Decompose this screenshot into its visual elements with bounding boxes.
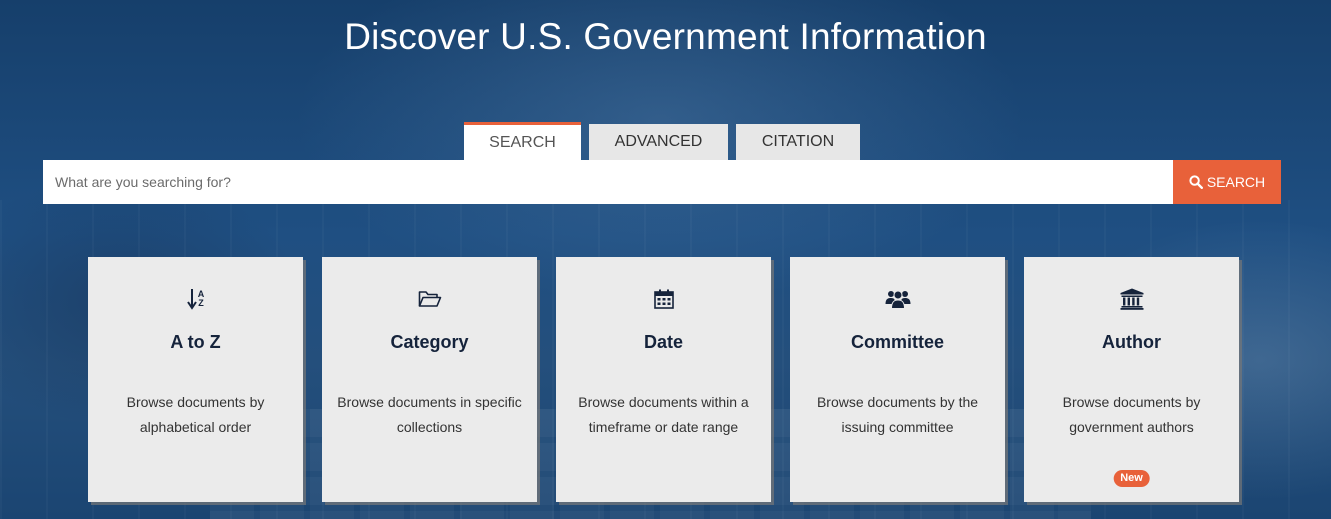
- search-button-label: SEARCH: [1206, 174, 1266, 190]
- browse-card-category[interactable]: Category Browse documents in specific co…: [322, 257, 537, 502]
- browse-card-date[interactable]: Date Browse documents within a timeframe…: [556, 257, 771, 502]
- card-description-line: collections: [396, 419, 463, 435]
- card-title: Category: [390, 332, 469, 352]
- card-title: A to Z: [170, 332, 221, 352]
- browse-card-a-to-z[interactable]: A Z A to Z Browse documents by alphabeti…: [88, 257, 303, 502]
- page-title: Discover U.S. Government Information: [344, 16, 987, 57]
- card-description: Browse documents by the issuing committe…: [802, 390, 993, 440]
- card-title: Date: [643, 332, 683, 352]
- browse-card-committee[interactable]: Committee Browse documents by the issuin…: [790, 257, 1005, 502]
- card-description-line: Browse documents within a: [578, 394, 749, 410]
- card-description-line: Browse documents by: [126, 394, 265, 410]
- browse-cards: A Z A to Z Browse documents by alphabeti…: [88, 257, 1239, 502]
- card-description: Browse documents in specific collections: [334, 390, 525, 440]
- calendar-icon: [556, 287, 771, 311]
- card-description-line: issuing committee: [841, 419, 954, 435]
- search-bar: SEARCH: [43, 160, 1281, 204]
- tab-advanced[interactable]: ADVANCED: [589, 124, 728, 160]
- card-description-line: Browse documents in specific: [337, 394, 522, 410]
- browse-card-author[interactable]: Author Browse documents by government au…: [1024, 257, 1239, 502]
- sort-alpha-bottom-letter: Z: [198, 298, 204, 308]
- search-icon: [1189, 175, 1203, 189]
- card-description-line: timeframe or date range: [588, 419, 739, 435]
- card-description: Browse documents by government authors: [1036, 390, 1227, 440]
- search-input[interactable]: [43, 160, 1173, 204]
- card-description-line: Browse documents by: [1062, 394, 1201, 410]
- card-description-line: government authors: [1069, 419, 1194, 435]
- card-description: Browse documents by alphabetical order: [100, 390, 291, 440]
- card-title: Author: [1102, 332, 1161, 352]
- tab-search[interactable]: SEARCH: [464, 122, 581, 160]
- sort-alpha-icon: A Z: [88, 287, 303, 311]
- search-button[interactable]: SEARCH: [1173, 160, 1281, 204]
- new-badge: New: [1113, 470, 1150, 487]
- search-tabs: SEARCH ADVANCED CITATION: [464, 122, 860, 160]
- card-title: Committee: [850, 332, 944, 352]
- folder-open-icon: [322, 287, 537, 311]
- institution-icon: [1024, 287, 1239, 311]
- card-description: Browse documents within a timeframe or d…: [568, 390, 759, 440]
- card-description-line: Browse documents by the: [816, 394, 979, 410]
- card-description-line: alphabetical order: [139, 419, 252, 435]
- users-icon: [790, 287, 1005, 311]
- tab-citation[interactable]: CITATION: [736, 124, 860, 160]
